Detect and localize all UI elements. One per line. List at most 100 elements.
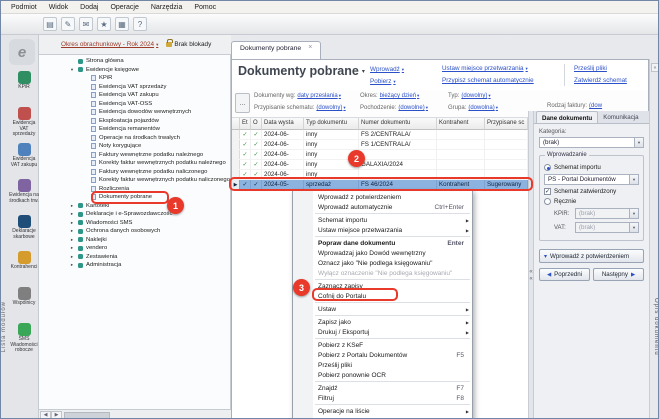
lock-status[interactable]: Brak blokady [166,41,211,48]
previous-button[interactable]: ◀ Poprzedni [539,268,590,281]
edit-icon[interactable]: ✎ [61,17,75,31]
collapse-panel-icon[interactable]: « [651,63,659,72]
filter-value[interactable]: bieżący dzień▾ [380,93,420,99]
grid-icon[interactable]: ▦ [115,17,129,31]
expander-icon[interactable]: ▸ [69,254,75,260]
col-data[interactable]: Data wysta [262,118,304,130]
radio-recznie[interactable]: Ręcznie [544,198,639,205]
menu-item-pobierz-z-portalu[interactable]: Pobierz z Portalu DokumentówF5 [293,350,472,360]
expander-icon[interactable]: ▸ [69,237,75,243]
menu-item-pobierz-ponownie-ocr[interactable]: Pobierz ponownie OCR [293,370,472,380]
tree-item-faktury-wewnetrzne-naleznego[interactable]: Faktury wewnętrzne podatku należnego [39,151,230,160]
tree-item-administracja[interactable]: ▸Administracja [39,261,230,270]
menu-dodaj[interactable]: Dodaj [74,3,104,12]
menu-item-wprowadzaj-jako-dowod[interactable]: Wprowadzaj jako Dowód wewnętrzny [293,248,472,258]
tree-item-strona-glowna[interactable]: Strona główna [39,57,230,66]
module-srodki-trwale[interactable]: Ewidencja na środkach trw. [9,177,39,213]
module-sms[interactable]: SMS Wiadomości robocze [9,321,39,357]
menu-widok[interactable]: Widok [43,3,74,12]
checkbox-icon[interactable]: ✓ [544,188,551,195]
table-row[interactable]: ✓✓2024-06-inny [232,150,529,160]
expander-icon[interactable]: ▸ [69,220,75,226]
tree-item-ewidencja-dowodow-wewnetrznych[interactable]: Ewidencja dowodów wewnętrznych [39,108,230,117]
menu-podmiot[interactable]: Podmiot [5,3,43,12]
menu-item-znajdz[interactable]: ZnajdźF7 [293,383,472,393]
menu-item-oznacz-nie-podlega[interactable]: Oznacz jako "Nie podlega księgowaniu" [293,258,472,268]
przypisz-schemat-link[interactable]: Przypisz schemat automatycznie [442,77,534,84]
przeslij-pliki-link[interactable]: Prześlij pliki [574,65,627,72]
expander-icon[interactable]: ▸ [69,211,75,217]
menu-item-schemat-importu[interactable]: Schemat importu▶ [293,215,472,225]
table-row[interactable]: ✓✓2024-06-inny [232,170,529,180]
menu-item-przeslij-pliki[interactable]: Prześlij pliki [293,360,472,370]
expander-icon[interactable]: ▸ [69,203,75,209]
tree-item-ewidencja-remanentow[interactable]: Ewidencja remanentów [39,125,230,134]
tree-item-noty-korygujace[interactable]: Noty korygujące [39,142,230,151]
menu-pomoc[interactable]: Pomoc [188,3,222,12]
mail-icon[interactable]: ✉ [79,17,93,31]
col-et[interactable]: Et [240,118,251,130]
col-typ[interactable]: Typ dokumentu [304,118,359,130]
tree-item-naklejki[interactable]: ▸Naklejki [39,236,230,245]
module-wspolnicy[interactable]: Wspólnicy [9,285,39,321]
filter-value[interactable]: (dowolny)▾ [461,93,490,99]
menu-item-pobierz-z-ksef[interactable]: Pobierz z KSeF [293,340,472,350]
expander-icon[interactable]: ▸ [69,262,75,268]
tab-dane-dokumentu[interactable]: Dane dokumentu [536,111,598,123]
close-icon[interactable]: × [308,45,312,51]
table-row[interactable]: ✓✓2024-06-innyGALAXIA/2024 [232,160,529,170]
filter-value[interactable]: (dowolna)▾ [468,105,498,111]
tree-item-zestawienia[interactable]: ▸Zestawienia [39,253,230,262]
tab-komunikacja[interactable]: Komunikacja [598,111,643,123]
tree-item-ewidencje-ksiegowe[interactable]: ▾Ewidencje księgowe [39,66,230,75]
module-ewidencja-vat-sprzedazy[interactable]: Ewidencja VAT sprzedaży [9,105,39,141]
tree-item-dokumenty-pobrane[interactable]: Dokumenty pobrane [39,193,230,202]
menu-item-zaznacz-zapisy[interactable]: Zaznacz zapisy [293,281,472,291]
collapse-icon[interactable]: « [529,269,532,275]
module-kontrahenci[interactable]: Kontrahenci [9,249,39,285]
menu-item-popraw-dane-dokumentu[interactable]: Popraw dane dokumentuEnter [293,238,472,248]
expander-icon[interactable]: ▸ [69,245,75,251]
module-ewidencja-vat-zakupu[interactable]: Ewidencja VAT zakupu [9,141,39,177]
radio-schemat-importu[interactable]: Schemat importu [544,164,639,171]
tree-item-deklaracje[interactable]: ▸Deklaracje i e-Sprawozdawczość [39,210,230,219]
scroll-left-icon[interactable]: ◀ [40,411,51,419]
tree-item-ewidencja-vat-zakupu[interactable]: Ewidencja VAT zakupu [39,91,230,100]
tree-item-kartoteki[interactable]: ▸Kartoteki [39,202,230,211]
filter-options-button[interactable]: ... [235,93,250,113]
help-icon[interactable]: ? [133,17,147,31]
chevron-down-icon[interactable]: ▾ [362,68,365,75]
schemat-importu-dropdown[interactable]: PS - Portal Dokumentów ▾ [544,174,639,185]
expander-icon[interactable]: ▸ [69,228,75,234]
tree-item-rozliczenia[interactable]: Rozliczenia [39,185,230,194]
expander-icon[interactable]: ▾ [69,67,75,73]
tree-hscrollbar[interactable]: ◀ ▶ [39,409,231,419]
vat-dropdown[interactable]: (brak) ▾ [575,222,639,233]
collapse-icon[interactable]: « [529,276,532,282]
menu-item-operacje-na-liscie[interactable]: Operacje na liście▶ [293,406,472,416]
tree-item-korekty-faktur-naleznego[interactable]: Korekty faktur wewnętrznych podatku nale… [39,159,230,168]
pobierz-link[interactable]: Pobierz▾ [370,78,404,85]
chevron-down-icon[interactable]: ▾ [634,138,643,147]
menu-item-filtruj[interactable]: FiltrujF8 [293,393,472,403]
menu-narzedzia[interactable]: Narzędzia [145,3,189,12]
tree-item-eksploatacja-pojazdow[interactable]: Eksploatacja pojazdów [39,117,230,126]
col-kontrahent[interactable]: Kontrahent [437,118,485,130]
opis-dokumentu-tab[interactable]: Opis dokumentu [651,298,659,356]
menu-item-zapisz-jako[interactable]: Zapisz jako▶ [293,317,472,327]
menu-item-cofnij-do-portalu[interactable]: Cofnij do Portalu [293,291,472,301]
tree-item-kpir[interactable]: KPiR [39,74,230,83]
filter-value[interactable]: (dowolny)▾ [316,105,345,111]
filter-value[interactable]: (dowolne)▾ [398,105,428,111]
ustaw-miejsce-link[interactable]: Ustaw miejsce przetwarzania▾ [442,65,534,72]
menu-item-drukuj-eksportuj[interactable]: Drukuj / Eksportuj▶ [293,327,472,337]
zatwierdz-schemat-link[interactable]: Zatwierdź schemat [574,77,627,84]
tree-item-wiadomosci-sms[interactable]: ▸Wiadomości SMS [39,219,230,228]
filter-value[interactable]: (dow [589,103,602,109]
radio-icon[interactable] [544,164,551,171]
accounting-period-selector[interactable]: Okres obrachunkowy - Rok 2024 ▾ [61,41,158,48]
col-o[interactable]: O [251,118,262,130]
next-button[interactable]: Następny ▶ [593,268,644,281]
favorites-icon[interactable]: ★ [97,17,111,31]
menu-item-ustaw-miejsce-przetwarzania[interactable]: Ustaw miejsce przetwarzania▶ [293,225,472,235]
